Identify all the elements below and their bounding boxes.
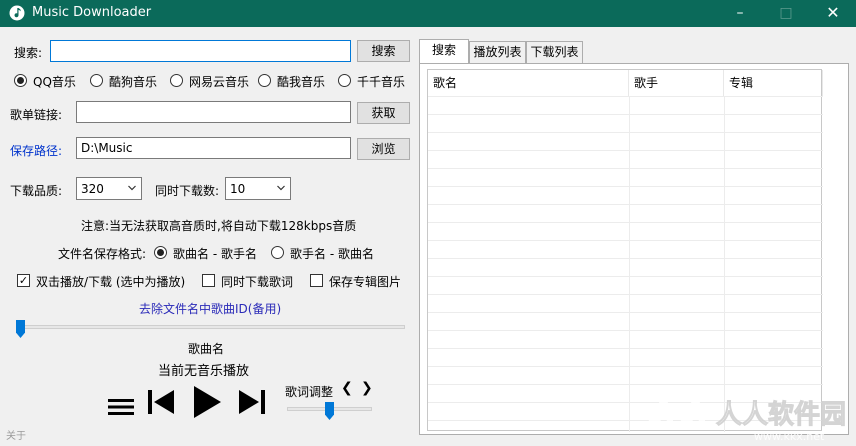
music-note-icon	[9, 5, 25, 21]
playlist-icon	[108, 399, 134, 415]
watermark-url: www.kkx.net	[754, 430, 825, 443]
quality-label: 下载品质:	[10, 184, 63, 198]
checkbox-double-click-play[interactable]: ✓	[17, 274, 30, 287]
radio-label-netease-music: 网易云音乐	[189, 75, 250, 89]
checkbox-label-save-album-art: 保存专辑图片	[329, 275, 402, 289]
table-grid-line	[428, 276, 823, 277]
lyric-earlier-button[interactable]: ❮	[341, 380, 353, 396]
radio-netease-music[interactable]	[170, 74, 183, 87]
save-path-input[interactable]: D:\Music	[76, 137, 351, 159]
quality-value: 320	[81, 182, 104, 196]
table-grid-line	[428, 294, 823, 295]
radio-label-kuwo-music: 酷我音乐	[277, 75, 326, 89]
column-header-song[interactable]: 歌名	[428, 70, 629, 96]
table-grid-line	[428, 132, 823, 133]
watermark: 人人软件园 www.kkx.net	[640, 388, 852, 444]
table-grid-line	[428, 168, 823, 169]
playback-progress-thumb[interactable]	[16, 320, 25, 338]
remove-song-id-link[interactable]: 去除文件名中歌曲ID(备用)	[139, 300, 281, 317]
save-path-label: 保存路径:	[10, 144, 63, 158]
radio-label-qq-music: QQ音乐	[33, 75, 76, 89]
radio-label-format-song-artist: 歌曲名 - 歌手名	[173, 247, 257, 261]
table-column-divider	[724, 96, 725, 432]
lyric-offset-thumb[interactable]	[325, 402, 334, 420]
search-button[interactable]: 搜索	[357, 40, 410, 62]
radio-kuwo-music[interactable]	[258, 74, 271, 87]
search-label: 搜索:	[14, 46, 43, 60]
radio-format-song-artist[interactable]	[154, 246, 167, 259]
table-grid-line	[428, 114, 823, 115]
radio-qq-music[interactable]	[14, 74, 27, 87]
table-grid-line	[428, 240, 823, 241]
radio-label-format-artist-song: 歌手名 - 歌曲名	[290, 247, 374, 261]
chevron-down-icon	[277, 185, 285, 191]
radio-label-qianqian-music: 千千音乐	[357, 75, 406, 89]
concurrent-downloads-label: 同时下载数:	[155, 184, 220, 198]
table-column-divider	[629, 96, 630, 432]
radio-kugou-music[interactable]	[90, 74, 103, 87]
playlist-menu-button[interactable]	[108, 397, 134, 417]
tab-download-list[interactable]: 下载列表	[526, 41, 583, 63]
next-track-button[interactable]	[239, 388, 265, 416]
browse-button[interactable]: 浏览	[357, 138, 410, 160]
skip-back-icon	[148, 390, 174, 414]
tab-search[interactable]: 搜索	[419, 39, 469, 64]
column-header-artist[interactable]: 歌手	[629, 70, 724, 96]
table-grid-line	[428, 348, 823, 349]
quality-select[interactable]: 320	[76, 177, 142, 200]
quality-notice: 注意:当无法获取高音质时,将自动下载128kbps音质	[81, 219, 357, 233]
table-grid-line	[428, 204, 823, 205]
title-bar: Music Downloader – □ ✕	[0, 0, 856, 27]
table-grid-line	[428, 150, 823, 151]
table-grid-line	[428, 258, 823, 259]
play-icon	[194, 386, 221, 418]
column-header-album[interactable]: 专辑	[724, 70, 823, 96]
playback-progress-track[interactable]	[16, 325, 405, 329]
checkbox-save-album-art[interactable]	[310, 274, 323, 287]
close-button[interactable]: ✕	[810, 0, 856, 27]
maximize-button[interactable]: □	[763, 0, 809, 27]
search-results-table[interactable]: 歌名 歌手 专辑	[427, 69, 823, 432]
search-input[interactable]	[50, 40, 351, 62]
table-grid-line	[428, 186, 823, 187]
radio-label-kugou-music: 酷狗音乐	[109, 75, 158, 89]
lyric-later-button[interactable]: ❯	[361, 380, 373, 396]
tab-panel-search: 歌名 歌手 专辑	[419, 63, 849, 435]
playback-status: 当前无音乐播放	[158, 364, 250, 379]
table-grid-line	[428, 222, 823, 223]
tab-playlist[interactable]: 播放列表	[469, 41, 526, 63]
lyric-adjust-label: 歌词调整	[285, 385, 334, 399]
checkbox-label-download-lyrics: 同时下载歌词	[221, 275, 294, 289]
window-title: Music Downloader	[32, 5, 152, 20]
about-link[interactable]: 关于	[6, 427, 26, 442]
radio-format-artist-song[interactable]	[271, 246, 284, 259]
checkbox-download-lyrics[interactable]	[202, 274, 215, 287]
fetch-playlist-button[interactable]: 获取	[357, 102, 410, 124]
previous-track-button[interactable]	[148, 388, 174, 416]
table-grid-line	[428, 96, 823, 97]
checkbox-label-double-click-play: 双击播放/下载 (选中为播放)	[36, 275, 186, 289]
concurrent-downloads-select[interactable]: 10	[225, 177, 291, 200]
playlist-link-input[interactable]	[76, 101, 351, 123]
minimize-button[interactable]: –	[717, 0, 763, 27]
playlist-link-label: 歌单链接:	[10, 108, 63, 122]
radio-qianqian-music[interactable]	[338, 74, 351, 87]
table-grid-line	[428, 366, 823, 367]
filename-format-label: 文件名保存格式:	[58, 247, 147, 261]
table-grid-line	[428, 312, 823, 313]
skip-forward-icon	[239, 390, 265, 414]
watermark-text: 人人软件园	[715, 400, 847, 431]
play-button[interactable]	[192, 385, 222, 419]
table-grid-line	[428, 330, 823, 331]
concurrent-downloads-value: 10	[230, 182, 246, 196]
chevron-down-icon	[128, 185, 136, 191]
song-title: 歌曲名	[188, 342, 225, 356]
table-grid-line	[428, 384, 823, 385]
